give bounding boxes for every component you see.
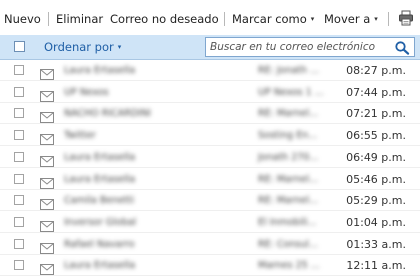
message-time: 01:04 p.m. [346, 215, 406, 229]
message-time: 08:27 p.m. [346, 64, 406, 77]
message-checkbox[interactable] [14, 65, 24, 75]
message-time: 06:55 p.m. [346, 129, 406, 143]
message-sender: Laura Ertasella [64, 173, 136, 185]
envelope-icon [40, 217, 54, 232]
envelope-icon [40, 65, 54, 80]
mark-as-label: Marcar como [232, 12, 307, 26]
message-sender: Inversor Global [64, 216, 137, 228]
toolbar-divider [48, 12, 49, 26]
message-row[interactable]: Laura Ertasella RE: Jonath ... 08:27 p.m. [0, 60, 420, 81]
printer-icon[interactable] [398, 10, 414, 26]
sort-by-label: Ordenar por [44, 40, 114, 54]
sort-by-menu[interactable]: Ordenar por ▾ [44, 40, 121, 54]
envelope-icon [40, 174, 54, 189]
chevron-down-icon: ▾ [374, 15, 378, 23]
message-subject: El Inmobili... [258, 216, 317, 228]
envelope-icon [40, 152, 54, 167]
toolbar-divider [224, 12, 225, 26]
message-checkbox[interactable] [14, 130, 24, 141]
message-row[interactable]: Laura Ertasella Jonath 270... 06:49 p.m. [0, 146, 420, 168]
toolbar: Nuevo Eliminar Correo no deseado Marcar … [0, 0, 420, 35]
message-sender: Laura Ertasella [64, 65, 136, 76]
delete-button[interactable]: Eliminar [56, 12, 103, 26]
move-to-menu[interactable]: Mover a ▾ [324, 12, 378, 26]
message-subject: RE: Marnel... [258, 195, 319, 207]
message-sender: NACHO RICARDINI [64, 108, 151, 120]
message-subject: UP Nexos 1 ... [258, 86, 324, 98]
message-subject: Jonath 270... [258, 151, 319, 163]
mark-as-menu[interactable]: Marcar como ▾ [232, 12, 314, 26]
message-row[interactable]: Laura Ertasella RE: Marnel... 05:46 p.m. [0, 168, 420, 190]
message-checkbox[interactable] [14, 216, 24, 227]
message-time: 01:33 a.m. [346, 237, 406, 251]
new-button[interactable]: Nuevo [4, 12, 41, 26]
message-row[interactable]: NACHO RICARDINI RE: Marnel... 07:21 p.m. [0, 103, 420, 125]
message-checkbox[interactable] [14, 151, 24, 162]
message-checkbox[interactable] [14, 108, 24, 119]
toolbar-divider [388, 12, 389, 26]
message-subject: RE: Marnel... [258, 173, 319, 185]
message-checkbox[interactable] [14, 260, 24, 271]
envelope-icon [40, 87, 54, 102]
message-checkbox[interactable] [14, 195, 24, 206]
move-to-label: Mover a [324, 12, 371, 26]
envelope-icon [40, 108, 54, 124]
message-row[interactable]: Inversor Global El Inmobili... 01:04 p.m. [0, 211, 420, 233]
message-sender: Twitter [64, 130, 96, 142]
message-subject: Sosting En... [258, 130, 318, 142]
message-sender: UP Nexos [64, 86, 109, 98]
chevron-down-icon: ▾ [310, 15, 315, 23]
junk-button[interactable]: Correo no deseado [110, 12, 219, 26]
message-subject: RE: Marnel... [258, 108, 319, 120]
message-sender: Laura Ertasella [64, 151, 136, 163]
message-row[interactable]: UP Nexos UP Nexos 1 ... 07:44 p.m. [0, 81, 420, 103]
message-sender: Rafael Navarro [64, 238, 135, 250]
chevron-down-icon: ▾ [117, 43, 122, 51]
message-list-header: Ordenar por ▾ [0, 35, 420, 60]
message-row[interactable]: Twitter Sosting En... 06:55 p.m. [0, 125, 420, 147]
message-row[interactable]: Laura Ertasella Marnes 25 ... 12:11 a.m. [0, 255, 420, 277]
search-box [205, 37, 415, 57]
search-icon[interactable] [394, 40, 410, 55]
message-list: Laura Ertasella RE: Jonath ... 08:27 p.m. U… [0, 60, 420, 280]
envelope-icon [40, 130, 54, 146]
select-all-checkbox[interactable] [14, 41, 25, 52]
message-time: 07:44 p.m. [346, 85, 406, 99]
message-row[interactable]: Rafael Navarro RE: Consul... 01:33 a.m. [0, 233, 420, 255]
envelope-icon [40, 239, 54, 254]
message-checkbox[interactable] [14, 173, 24, 184]
message-time: 06:49 p.m. [346, 150, 406, 164]
message-subject: RE: Consul... [258, 238, 318, 250]
message-subject: RE: Jonath ... [258, 65, 320, 76]
search-input[interactable] [210, 40, 380, 54]
message-subject: Marnes 25 ... [258, 260, 320, 272]
message-time: 12:11 a.m. [346, 259, 406, 273]
message-time: 07:21 p.m. [346, 107, 406, 121]
message-row[interactable]: Camila Benetti RE: Marnel... 05:29 p.m. [0, 190, 420, 212]
message-sender: Camila Benetti [64, 195, 135, 207]
message-sender: Laura Ertasella [64, 260, 136, 272]
message-checkbox[interactable] [14, 86, 24, 97]
envelope-icon [40, 260, 54, 276]
message-checkbox[interactable] [14, 238, 24, 249]
envelope-icon [40, 195, 54, 211]
message-time: 05:46 p.m. [346, 172, 406, 186]
message-time: 05:29 p.m. [346, 194, 406, 208]
